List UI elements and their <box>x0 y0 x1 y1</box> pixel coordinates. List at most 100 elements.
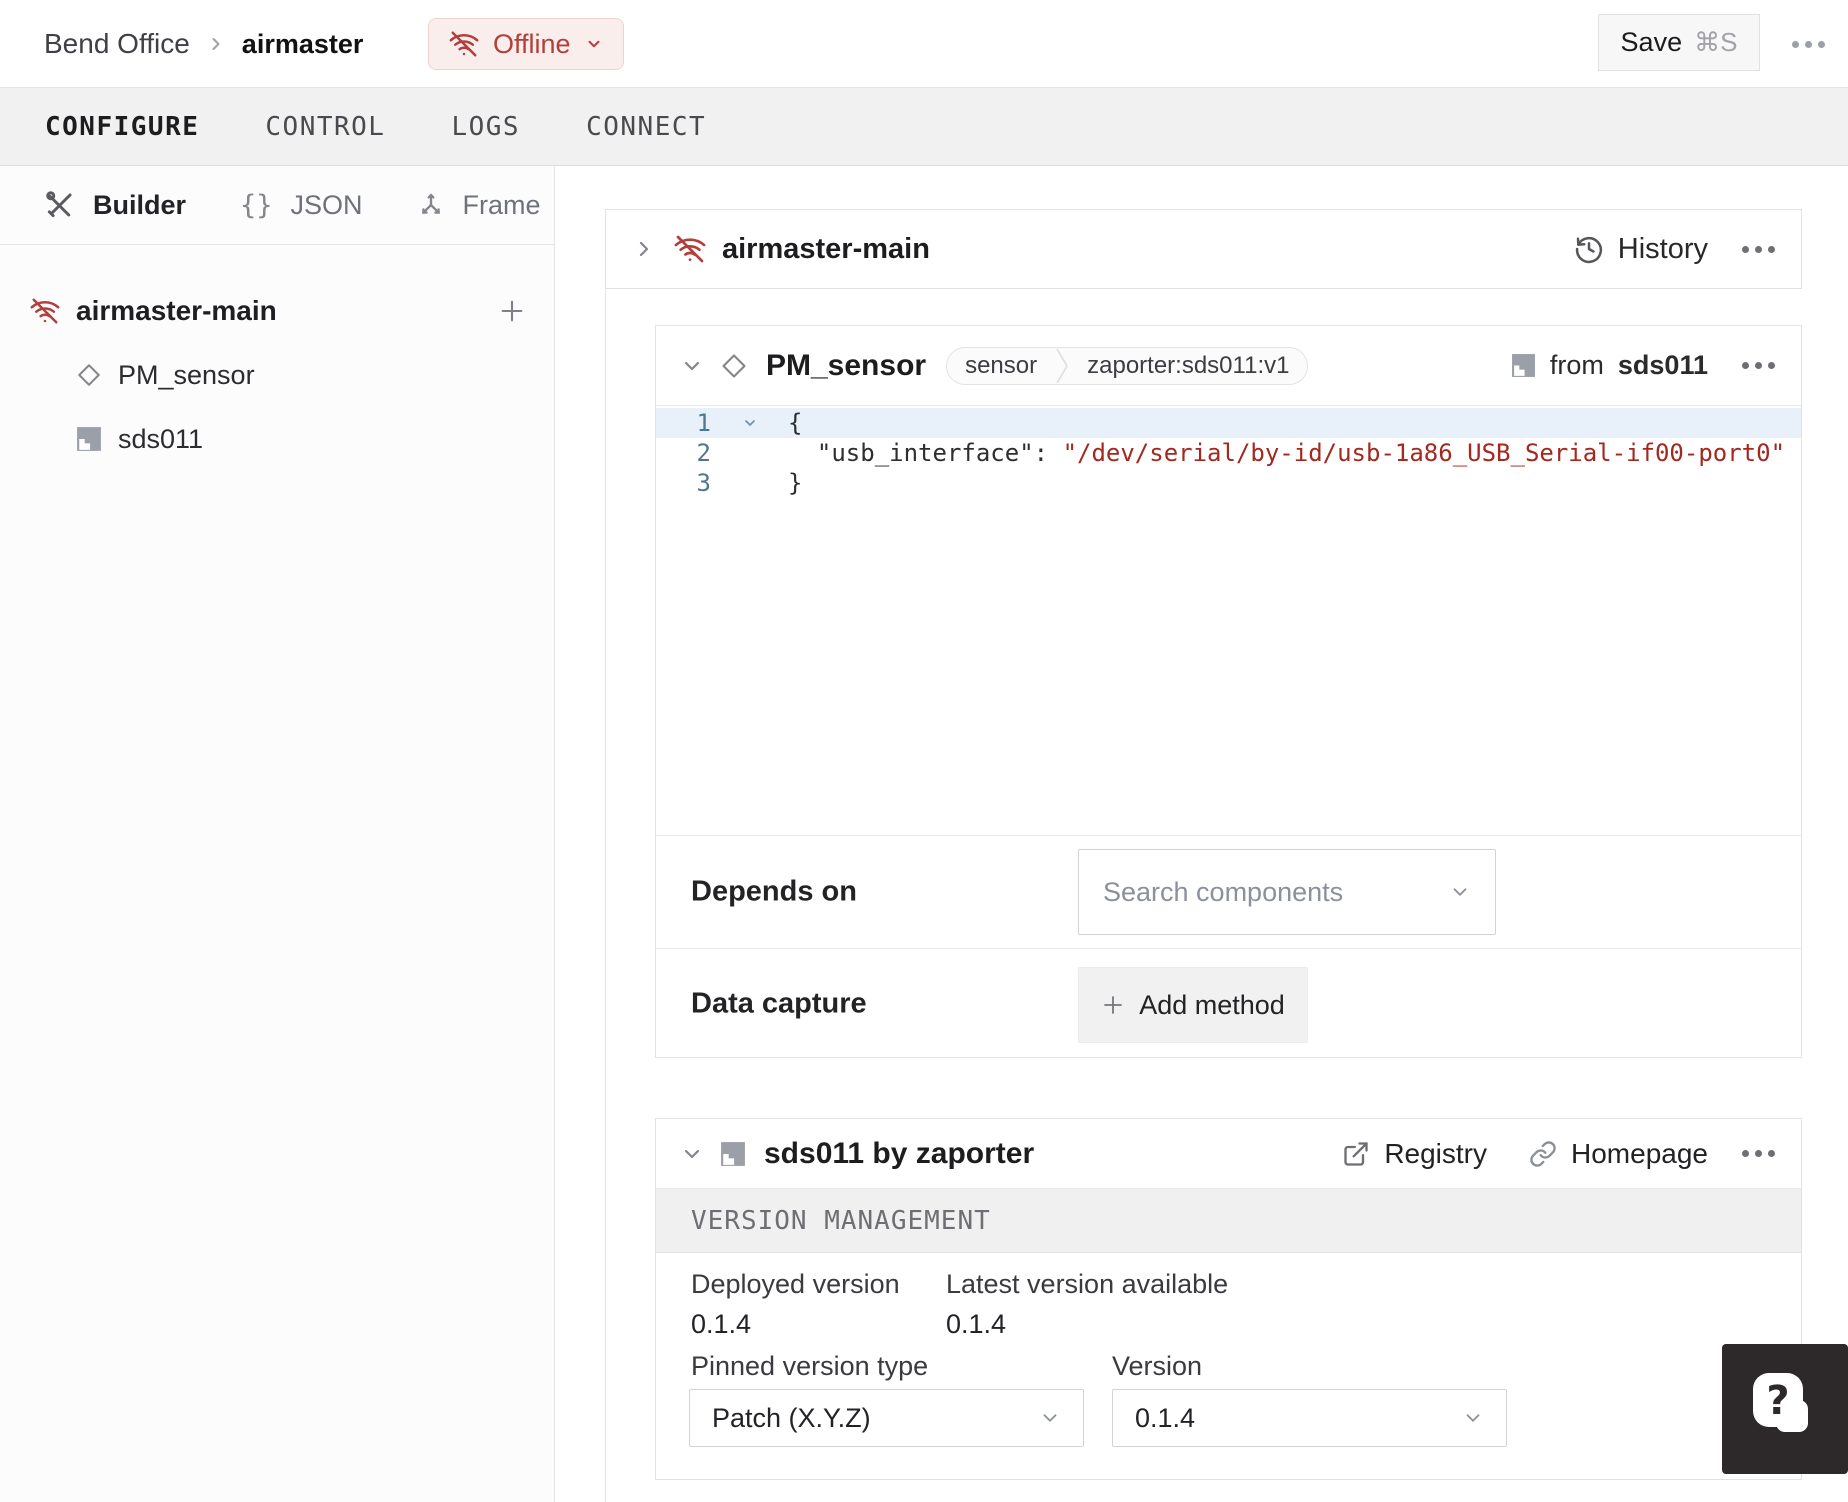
tree-item-component-label: PM_sensor <box>118 359 255 390</box>
module-card-header: sds011 by zaporter Registry Homepage <box>656 1119 1801 1189</box>
add-method-button[interactable]: Add method <box>1078 967 1308 1043</box>
history-label: History <box>1617 232 1708 265</box>
depends-on-placeholder: Search components <box>1103 876 1344 907</box>
save-shortcut: ⌘S <box>1694 27 1738 57</box>
chip-model: zaporter:sds011:v1 <box>1087 351 1290 379</box>
module-icon <box>1511 353 1536 378</box>
machine-status-badge[interactable]: Offline <box>428 18 624 70</box>
from-target: sds011 <box>1617 350 1708 380</box>
pinned-version-type-label: Pinned version type <box>691 1351 929 1381</box>
registry-link[interactable]: Registry <box>1342 1138 1487 1170</box>
view-json-label: JSON <box>290 189 363 220</box>
tree-item-machine-label: airmaster-main <box>76 295 277 326</box>
homepage-link[interactable]: Homepage <box>1529 1138 1708 1170</box>
breadcrumb-org[interactable]: Bend Office <box>44 28 190 60</box>
chevron-down-icon[interactable] <box>680 1142 704 1166</box>
add-method-label: Add method <box>1139 989 1285 1020</box>
module-card-menu[interactable] <box>1740 1144 1777 1163</box>
ellipsis-icon <box>1742 245 1775 253</box>
component-tree: airmaster-main PM_sensor sds011 <box>0 245 554 471</box>
topbar-overflow-menu[interactable] <box>1780 22 1836 66</box>
data-capture-label: Data capture <box>691 987 867 1020</box>
module-links: Registry Homepage <box>1342 1138 1708 1170</box>
config-sidebar: Builder {} JSON Frame airmaster-main PM_… <box>0 166 555 1502</box>
line-number: 2 <box>696 439 711 467</box>
history-button[interactable]: History <box>1574 233 1708 266</box>
link-icon <box>1529 1140 1557 1168</box>
code-text: } <box>788 469 803 497</box>
component-card-header: PM_sensor sensor zaporter:sds011:v1 from… <box>656 326 1801 406</box>
breadcrumb: Bend Office airmaster <box>44 0 363 88</box>
ellipsis-icon <box>1742 1150 1775 1157</box>
tree-item-module-label: sds011 <box>118 423 204 454</box>
tree-item-machine[interactable]: airmaster-main <box>0 279 554 343</box>
data-capture-section: Data capture Add method <box>656 949 1801 1059</box>
attributes-code-editor[interactable]: 1 { 2 "usb_interface": "/dev/serial/by-i… <box>656 406 1801 836</box>
help-button[interactable]: ? <box>1722 1344 1848 1474</box>
nesting-rail <box>605 289 606 1502</box>
depends-on-select[interactable]: Search components <box>1078 849 1496 935</box>
version-value: 0.1.4 <box>1135 1402 1196 1433</box>
from-module: from sds011 <box>1511 350 1708 381</box>
top-bar: Bend Office airmaster Offline Save ⌘S <box>0 0 1848 88</box>
code-line-1: 1 { <box>656 408 1801 438</box>
view-json[interactable]: {} JSON <box>240 190 363 221</box>
diamond-icon <box>720 352 748 380</box>
chip-type: sensor <box>965 351 1038 379</box>
chevron-down-icon <box>585 35 603 53</box>
tree-item-module[interactable]: sds011 <box>0 407 554 471</box>
latest-version-label: Latest version available <box>946 1269 1229 1299</box>
machine-card: airmaster-main History <box>605 209 1802 289</box>
machine-card-menu[interactable] <box>1740 240 1777 259</box>
fold-chevron-icon[interactable] <box>711 408 788 438</box>
add-component-button[interactable] <box>498 297 526 325</box>
homepage-label: Homepage <box>1571 1137 1708 1169</box>
view-switcher: Builder {} JSON Frame <box>0 166 554 245</box>
chevron-right-icon[interactable] <box>632 237 656 261</box>
chevron-down-icon <box>1449 881 1471 903</box>
version-management-title: VERSION MANAGEMENT <box>691 1205 991 1236</box>
tree-item-component[interactable]: PM_sensor <box>0 343 554 407</box>
chevron-down-icon[interactable] <box>680 354 704 378</box>
ellipsis-icon <box>1742 362 1775 369</box>
tab-logs[interactable]: LOGS <box>451 112 520 142</box>
component-card-menu[interactable] <box>1740 356 1777 375</box>
tab-configure[interactable]: CONFIGURE <box>45 112 199 142</box>
line-number: 3 <box>696 469 711 497</box>
code-text: "usb_interface": "/dev/serial/by-id/usb-… <box>816 439 1786 467</box>
frame-axes-icon <box>417 191 445 219</box>
json-string-value: "/dev/serial/by-id/usb-1a86_USB_Serial-i… <box>1062 439 1786 467</box>
registry-label: Registry <box>1384 1137 1488 1169</box>
pinned-version-type-value: Patch (X.Y.Z) <box>712 1402 871 1433</box>
line-number: 1 <box>696 409 711 437</box>
view-frame-label: Frame <box>462 189 541 220</box>
depends-on-section: Depends on Search components <box>656 836 1801 949</box>
view-builder[interactable]: Builder <box>45 190 186 221</box>
version-select[interactable]: 0.1.4 <box>1112 1389 1507 1447</box>
wifi-off-icon <box>30 296 60 326</box>
component-type-chip: sensor zaporter:sds011:v1 <box>946 346 1309 385</box>
json-braces-icon: {} <box>240 189 273 221</box>
version-management-body: Deployed version Latest version availabl… <box>656 1253 1801 1479</box>
tab-control[interactable]: CONTROL <box>265 112 385 142</box>
save-label: Save <box>1620 27 1683 57</box>
wifi-off-icon <box>449 29 479 59</box>
main-tab-bar: CONFIGURE CONTROL LOGS CONNECT <box>0 88 1848 166</box>
chevron-down-icon <box>1039 1407 1061 1429</box>
view-frame[interactable]: Frame <box>417 190 541 221</box>
tab-connect[interactable]: CONNECT <box>586 112 706 142</box>
code-text: { <box>788 409 803 437</box>
help-icon: ? <box>1747 1369 1823 1449</box>
from-prefix: from <box>1549 350 1604 380</box>
module-card: sds011 by zaporter Registry Homepage VER… <box>655 1118 1802 1480</box>
pinned-version-type-select[interactable]: Patch (X.Y.Z) <box>689 1389 1084 1447</box>
external-link-icon <box>1342 1140 1370 1168</box>
code-line-3: 3 } <box>656 468 1801 498</box>
plus-icon <box>1101 993 1125 1017</box>
save-button[interactable]: Save ⌘S <box>1598 14 1760 71</box>
svg-text:?: ? <box>1766 1378 1789 1424</box>
version-label: Version <box>1112 1351 1203 1381</box>
diamond-icon <box>76 362 102 388</box>
module-title: sds011 by zaporter <box>764 1136 1035 1170</box>
